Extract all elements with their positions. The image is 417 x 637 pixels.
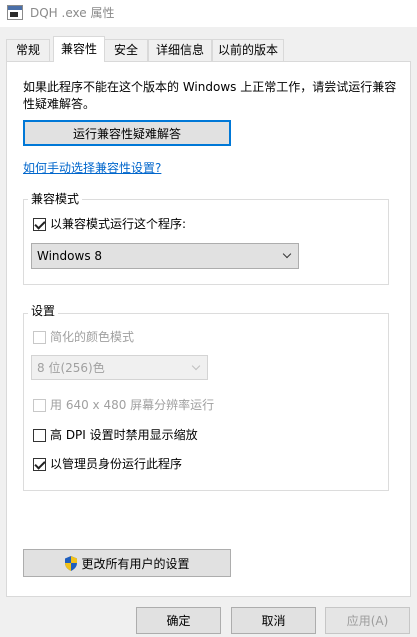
- uac-shield-icon: [65, 555, 78, 571]
- run-as-admin-checkbox[interactable]: 以管理员身份运行此程序: [33, 457, 182, 471]
- reduced-color-label: 简化的颜色模式: [50, 330, 135, 344]
- tab-previous-versions[interactable]: 以前的版本: [212, 39, 284, 62]
- reduced-color-checkbox-box[interactable]: [33, 330, 46, 344]
- run-as-admin-checkbox-box[interactable]: [33, 457, 46, 471]
- run-as-admin-label: 以管理员身份运行此程序: [50, 457, 183, 471]
- tab-compatibility[interactable]: 兼容性: [53, 36, 105, 62]
- apply-button[interactable]: 应用(A): [325, 607, 410, 634]
- compat-mode-group-label: 兼容模式: [28, 192, 83, 206]
- change-all-users-label: 更改所有用户的设置: [81, 556, 190, 571]
- title-bar: DQH .exe 属性: [0, 0, 417, 27]
- color-depth-select[interactable]: 8 位(256)色: [31, 355, 208, 380]
- run-640-checkbox-box[interactable]: [33, 398, 46, 412]
- tab-strip: 常规 兼容性 安全 详细信息 以前的版本: [0, 36, 417, 62]
- run-640-label: 用 640 x 480 屏幕分辨率运行: [50, 398, 215, 412]
- high-dpi-label: 高 DPI 设置时禁用显示缩放: [50, 428, 198, 442]
- app-window-icon: [7, 5, 23, 20]
- os-select[interactable]: Windows 8: [31, 243, 299, 269]
- high-dpi-checkbox[interactable]: 高 DPI 设置时禁用显示缩放: [33, 428, 198, 442]
- ok-button[interactable]: 确定: [136, 607, 221, 634]
- cancel-button[interactable]: 取消: [231, 607, 316, 634]
- window-title: DQH .exe 属性: [30, 6, 115, 20]
- compat-mode-group: [23, 199, 389, 285]
- change-all-users-button[interactable]: 更改所有用户的设置: [23, 549, 231, 577]
- manual-settings-link[interactable]: 如何手动选择兼容性设置?: [23, 159, 161, 176]
- troubleshoot-button[interactable]: 运行兼容性疑难解答: [23, 120, 231, 146]
- run-640-checkbox[interactable]: 用 640 x 480 屏幕分辨率运行: [33, 398, 214, 412]
- reduced-color-checkbox[interactable]: 简化的颜色模式: [33, 330, 134, 344]
- intro-text: 如果此程序不能在这个版本的 Windows 上正常工作，请尝试运行兼容性疑难解答…: [23, 80, 397, 111]
- tab-details[interactable]: 详细信息: [148, 39, 212, 62]
- settings-group-label: 设置: [28, 304, 59, 318]
- compat-mode-checkbox-label: 以兼容模式运行这个程序:: [50, 217, 187, 231]
- color-depth-value: 8 位(256)色: [37, 361, 105, 375]
- high-dpi-checkbox-box[interactable]: [33, 428, 46, 442]
- tab-security[interactable]: 安全: [104, 39, 148, 62]
- chevron-down-icon: [282, 249, 292, 259]
- compat-mode-checkbox-box[interactable]: [33, 217, 46, 231]
- tab-general[interactable]: 常规: [6, 39, 50, 62]
- compat-mode-checkbox[interactable]: 以兼容模式运行这个程序:: [33, 217, 186, 231]
- chevron-down-icon: [191, 361, 201, 371]
- os-select-value: Windows 8: [37, 249, 103, 263]
